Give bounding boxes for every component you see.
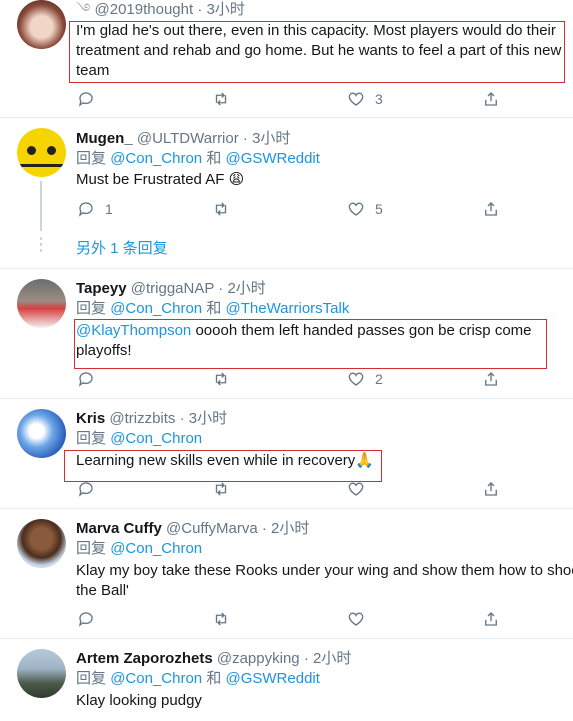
like-button[interactable]: 2 [347, 368, 383, 390]
tweet-3[interactable]: Tapeyy @triggaNAP · 2小时 回复 @Con_Chron 和 … [0, 269, 573, 398]
avatar[interactable] [17, 128, 66, 177]
handle-icon: ࿓ [76, 1, 91, 18]
emoji: 😩 [228, 171, 245, 188]
reply-icon [78, 202, 93, 217]
tweet-text: Klay looking pudgy [76, 692, 202, 709]
timestamp[interactable]: 2小时 [271, 520, 309, 537]
heart-icon [348, 612, 364, 626]
reply-button[interactable] [77, 478, 95, 500]
reply-context: 回复 @Con_Chron 和 @TheWarriorsTalk [76, 300, 350, 317]
tweet-text: Must be Frustrated AF 😩 [76, 171, 245, 188]
heart-icon [348, 482, 364, 496]
share-button[interactable] [482, 478, 500, 500]
thread-dots [39, 237, 43, 255]
timestamp[interactable]: 3小时 [189, 410, 227, 427]
heart-icon [348, 372, 364, 386]
mention-link[interactable]: @TheWarriorsTalk [226, 300, 350, 317]
user-name[interactable]: Tapeyy [76, 280, 127, 297]
thread-line [40, 181, 42, 231]
heart-icon [348, 92, 364, 106]
timestamp[interactable]: 2小时 [227, 280, 265, 297]
user-handle[interactable]: @ULTDWarrior [137, 130, 239, 147]
tweet-5[interactable]: Marva Cuffy @CuffyMarva · 2小时 回复 @Con_Ch… [0, 509, 573, 638]
reply-icon [78, 482, 93, 497]
show-more-replies-link[interactable]: 另外 1 条回复 [76, 239, 168, 259]
retweet-icon [215, 372, 227, 386]
like-button[interactable] [347, 478, 365, 500]
tweet-1[interactable]: ࿓ @2019thought · 3小时 I'm glad he's out t… [0, 0, 573, 116]
mention-link[interactable]: @GSWReddit [226, 150, 320, 167]
reply-button[interactable] [77, 368, 95, 390]
like-count: 3 [375, 91, 383, 107]
tweet-2[interactable]: Mugen_ @ULTDWarrior · 3小时 回复 @Con_Chron … [0, 118, 573, 268]
avatar[interactable] [17, 519, 66, 568]
user-handle[interactable]: @triggaNAP [131, 280, 214, 297]
reply-context: 回复 @Con_Chron 和 @GSWReddit [76, 150, 320, 167]
user-handle[interactable]: @zappyking [217, 650, 300, 667]
mention-link[interactable]: @Con_Chron [110, 540, 202, 557]
reply-button[interactable] [77, 608, 95, 630]
timestamp[interactable]: 3小时 [252, 130, 290, 147]
tweet-text-line-2: the Ball' [76, 582, 129, 599]
like-count: 5 [375, 201, 383, 217]
like-count: 2 [375, 371, 383, 387]
share-icon [485, 482, 497, 496]
share-icon [485, 202, 497, 216]
reply-context: 回复 @Con_Chron [76, 540, 203, 557]
reply-context: 回复 @Con_Chron [76, 430, 203, 447]
mention-link[interactable]: @Con_Chron [110, 430, 202, 447]
share-icon [485, 372, 497, 386]
user-handle[interactable]: @2019thought [95, 1, 194, 18]
avatar[interactable] [17, 649, 66, 698]
retweet-button[interactable] [212, 368, 230, 390]
avatar[interactable] [17, 279, 66, 328]
reply-button[interactable]: 1 [77, 198, 113, 220]
retweet-icon [215, 482, 227, 496]
reply-button[interactable] [77, 88, 95, 110]
retweet-icon [215, 612, 227, 626]
retweet-button[interactable] [212, 608, 230, 630]
timestamp[interactable]: 3小时 [207, 1, 245, 18]
reply-icon [78, 92, 93, 107]
share-button[interactable] [482, 88, 500, 110]
highlight-box [69, 21, 565, 83]
avatar[interactable] [17, 0, 66, 49]
retweet-button[interactable] [212, 478, 230, 500]
user-name[interactable]: Artem Zaporozhets [76, 650, 213, 667]
share-icon [485, 92, 497, 106]
mention-link[interactable]: @Con_Chron [110, 150, 202, 167]
user-handle[interactable]: @trizzbits [109, 410, 175, 427]
share-button[interactable] [482, 198, 500, 220]
mention-link[interactable]: @Con_Chron [110, 670, 202, 687]
user-name[interactable]: Mugen_ [76, 130, 133, 147]
like-button[interactable]: 5 [347, 198, 383, 220]
user-handle[interactable]: @CuffyMarva [166, 520, 258, 537]
like-button[interactable]: 3 [347, 88, 383, 110]
like-button[interactable] [347, 608, 365, 630]
retweet-button[interactable] [212, 88, 230, 110]
retweet-button[interactable] [212, 198, 230, 220]
share-button[interactable] [482, 368, 500, 390]
share-icon [485, 612, 497, 626]
user-name[interactable]: Kris [76, 410, 105, 427]
mention-link[interactable]: @GSWReddit [226, 670, 320, 687]
reply-context: 回复 @Con_Chron 和 @GSWReddit [76, 670, 320, 687]
reply-icon [78, 372, 93, 387]
mention-link[interactable]: @Con_Chron [110, 300, 202, 317]
heart-icon [348, 202, 364, 216]
tweet-6[interactable]: Artem Zaporozhets @zappyking · 2小时 回复 @C… [0, 639, 573, 721]
tweet-text-line-1: Klay my boy take these Rooks under your … [76, 562, 573, 579]
highlight-box [74, 319, 547, 369]
share-button[interactable] [482, 608, 500, 630]
user-name[interactable]: Marva Cuffy [76, 520, 162, 537]
retweet-icon [215, 92, 227, 106]
timestamp[interactable]: 2小时 [313, 650, 351, 667]
reply-icon [78, 612, 93, 627]
tweet-4[interactable]: Kris @trizzbits · 3小时 回复 @Con_Chron Lear… [0, 399, 573, 508]
retweet-icon [215, 202, 227, 216]
reply-count: 1 [105, 201, 113, 217]
avatar[interactable] [17, 409, 66, 458]
